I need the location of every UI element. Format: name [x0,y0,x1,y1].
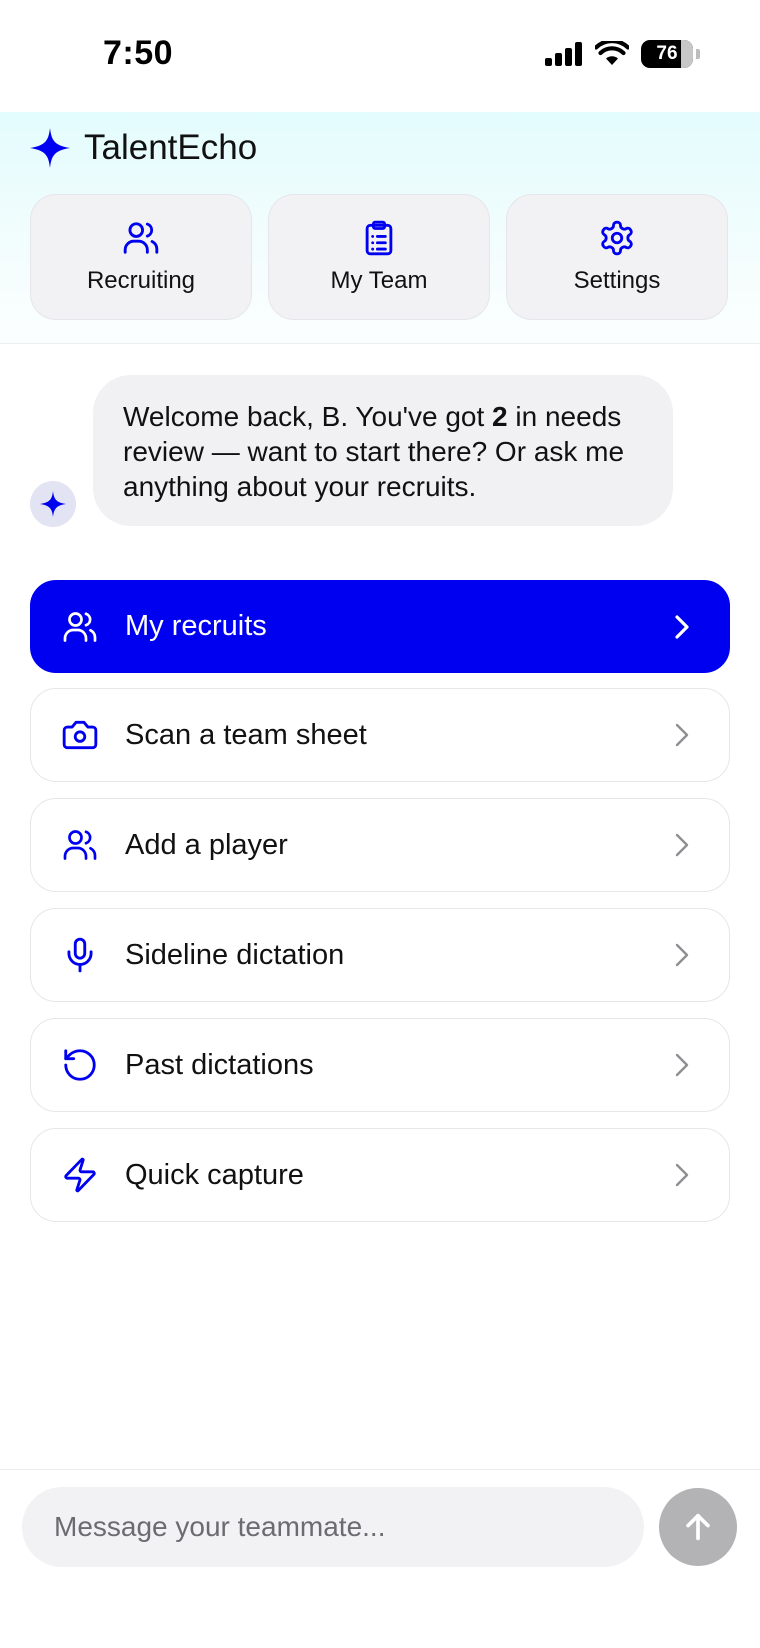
message-composer [0,1469,760,1648]
chevron-right-icon [675,1053,689,1077]
sparkle-icon [40,491,66,517]
message-input[interactable] [22,1487,644,1567]
microphone-icon [61,936,99,974]
brand: TalentEcho [30,128,257,168]
history-icon [61,1046,99,1084]
message-bubble: Welcome back, B. You've got 2 in needs r… [93,375,673,526]
wifi-icon [595,41,629,65]
sparkle-icon [30,128,70,168]
top-nav: Recruiting My Team Settings [30,194,728,320]
add-player-label: Add a player [125,828,288,861]
clipboard-icon [365,220,393,256]
tab-settings-label: Settings [573,267,661,294]
brand-name: TalentEcho [84,128,258,167]
past-dictations-label: Past dictations [125,1048,314,1081]
scan-team-sheet-button[interactable]: Scan a team sheet [30,688,730,782]
chevron-right-icon [675,614,689,639]
users-icon [61,608,99,646]
status-time: 7:50 [103,34,174,72]
users-icon [61,826,99,864]
chevron-right-icon [675,833,689,857]
app-header: TalentEcho Recruiting My Team Settings [0,112,760,344]
my-recruits-label: My recruits [125,610,267,642]
sideline-dictation-button[interactable]: Sideline dictation [30,908,730,1002]
quick-capture-label: Quick capture [125,1158,304,1191]
arrow-up-icon [686,1513,710,1541]
status-bar: 7:50 76 [0,0,760,112]
chevron-right-icon [675,723,689,747]
tab-recruiting-label: Recruiting [86,267,196,294]
tab-my-team[interactable]: My Team [268,194,490,320]
action-menu: My recruits Scan a team sheet Add a play… [30,580,730,1238]
users-icon [123,222,159,254]
my-recruits-button[interactable]: My recruits [30,580,730,673]
chevron-right-icon [675,1163,689,1187]
quick-capture-button[interactable]: Quick capture [30,1128,730,1222]
gear-icon [601,220,633,256]
past-dictations-button[interactable]: Past dictations [30,1018,730,1112]
add-player-button[interactable]: Add a player [30,798,730,892]
assistant-avatar [30,481,76,527]
scan-team-sheet-label: Scan a team sheet [125,718,367,751]
send-button[interactable] [659,1488,737,1566]
assistant-message: Welcome back, B. You've got 2 in needs r… [30,375,730,535]
sideline-dictation-label: Sideline dictation [125,938,345,971]
tab-my-team-label: My Team [330,267,428,294]
message-text-start: Welcome back, B. You've got [123,401,493,432]
signal-icon [545,42,582,66]
status-icons: 76 [545,40,700,68]
camera-icon [61,716,99,754]
chevron-right-icon [675,943,689,967]
battery-level: 76 [656,43,678,64]
tab-recruiting[interactable]: Recruiting [30,194,252,320]
battery-icon: 76 [641,40,693,68]
needs-review-count: 2 [492,401,508,432]
lightning-icon [61,1156,99,1194]
tab-settings[interactable]: Settings [506,194,728,320]
